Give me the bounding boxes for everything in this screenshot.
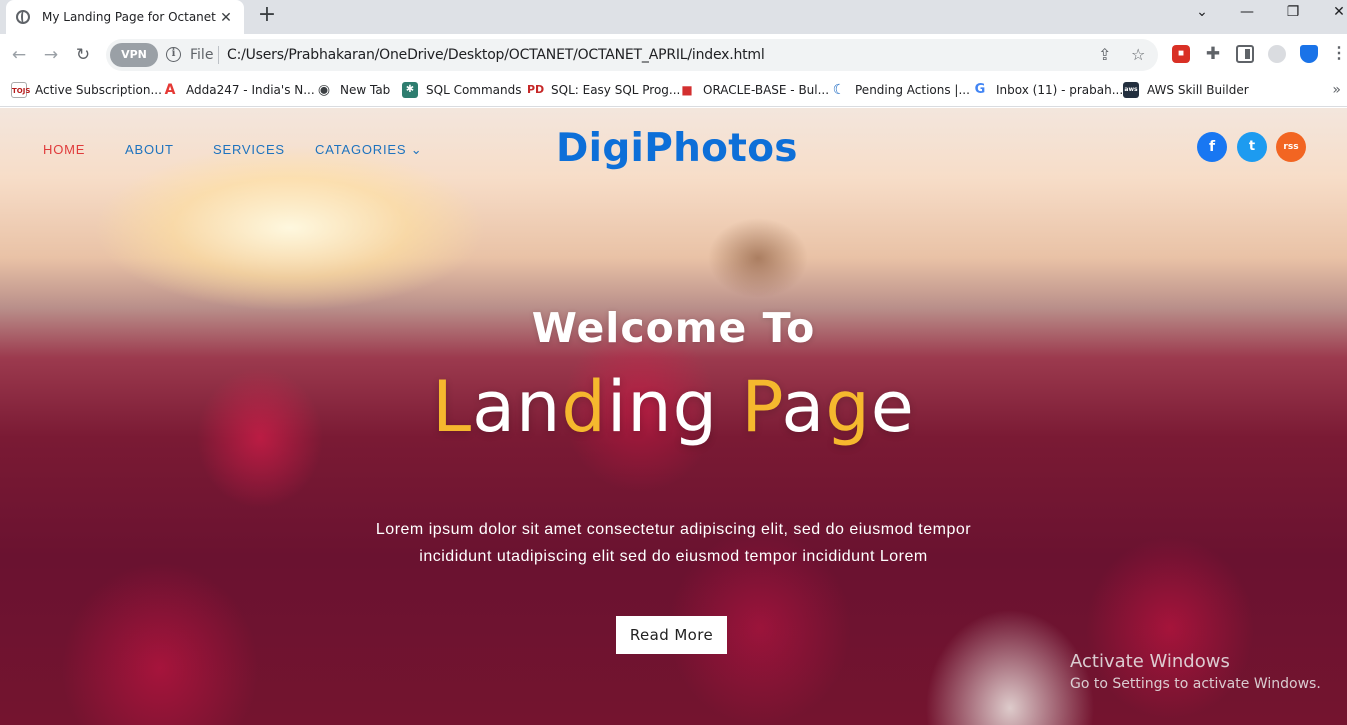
back-icon[interactable]: ← [7,43,31,67]
more-bookmarks-icon[interactable]: » [1332,82,1341,98]
bookmark-item[interactable]: G Inbox (11) - prabah... [972,82,1124,98]
address-bar[interactable]: VPN i File C:/Users/Prabhakaran/OneDrive… [106,39,1158,71]
bookmark-label: SQL: Easy SQL Prog... [551,83,681,97]
landing-heading-part: an [472,366,562,448]
welcome-heading: Welcome To [531,304,816,352]
vpn-badge[interactable]: VPN [110,43,158,67]
close-tab-icon[interactable]: ✕ [218,9,234,26]
extension-shield-icon[interactable]: ■ [1172,45,1190,63]
pd-icon: PD [527,83,545,96]
bookmark-item[interactable]: ✱ SQL Commands [402,82,522,98]
bookmark-label: SQL Commands [426,83,522,97]
landing-heading-part: P [741,366,782,448]
tab-title: My Landing Page for Octanet [42,10,216,24]
hero-section: HOME ABOUT SERVICES CATAGORIES ⌄ DigiPho… [0,108,1347,725]
browser-toolbar: ← → ↻ VPN i File C:/Users/Prabhakaran/On… [0,34,1347,76]
watermark-title: Activate Windows [1070,651,1230,672]
landing-heading-part: ing [606,366,742,448]
hero-description-line: Lorem ipsum dolor sit amet consectetur a… [375,521,972,538]
bookmark-label: New Tab [340,83,391,97]
side-panel-icon[interactable] [1236,45,1254,63]
info-icon[interactable]: i [166,47,181,62]
close-window-icon[interactable]: ✕ [1325,4,1347,20]
star-icon[interactable]: ☆ [1131,45,1145,64]
nav-about[interactable]: ABOUT [125,142,174,157]
bookmark-item[interactable]: ◉ New Tab [316,82,390,98]
bookmarks-bar: TOJS Active Subscription... A Adda247 - … [0,76,1347,107]
bookmark-item[interactable]: aws AWS Skill Builder [1123,82,1249,98]
security-shield-icon[interactable] [1300,45,1318,63]
url-scheme: File [190,47,214,63]
globe-icon: ◉ [317,82,331,98]
hero-description-line: incididunt utadipiscing elit sed do eius… [419,548,928,565]
adda-icon: A [164,82,176,98]
aws-icon: aws [1123,82,1139,98]
google-icon: G [974,82,986,97]
landing-heading-part: g [825,366,871,448]
bookmark-label: Active Subscription... [35,83,162,97]
bookmark-label: Adda247 - India's N... [186,83,315,97]
watermark-subtitle: Go to Settings to activate Windows. [1070,676,1321,692]
bookmark-label: AWS Skill Builder [1147,83,1249,97]
menu-icon[interactable]: ⋮ [1330,45,1347,63]
tab-strip: My Landing Page for Octanet ✕ + ⌄ — ❐ ✕ [0,0,1347,34]
sql-icon: ✱ [402,82,418,98]
bookmark-item[interactable]: A Adda247 - India's N... [162,82,315,98]
profile-icon[interactable] [1268,45,1286,63]
landing-heading-part: a [781,366,826,448]
new-tab-button[interactable]: + [256,4,278,27]
browser-tab[interactable]: My Landing Page for Octanet ✕ [6,0,244,34]
bookmark-label: ORACLE-BASE - Bul... [703,83,830,97]
hero-description: Lorem ipsum dolor sit amet consectetur a… [0,516,1347,570]
read-more-button[interactable]: Read More [616,616,727,654]
brand-logo[interactable]: DigiPhotos [556,126,798,171]
landing-heading-part: e [870,366,915,448]
windows-activation-watermark: Activate Windows Go to Settings to activ… [1070,651,1321,692]
nav-categories[interactable]: CATAGORIES ⌄ [315,142,422,158]
bookmark-label: Inbox (11) - prabah... [996,83,1124,97]
nav-services[interactable]: SERVICES [213,142,285,157]
share-icon[interactable]: ⇪ [1098,45,1111,64]
nav-home[interactable]: HOME [43,142,85,157]
minimize-icon[interactable]: — [1233,4,1261,20]
bookmark-item[interactable]: PD SQL: Easy SQL Prog... [527,82,680,98]
facebook-icon[interactable]: f [1197,132,1227,162]
tab-search-icon[interactable]: ⌄ [1188,4,1216,20]
reload-icon[interactable]: ↻ [71,43,95,67]
tojs-icon: TOJS [11,82,30,98]
extensions-puzzle-icon[interactable]: ✚ [1204,45,1222,63]
bookmark-item[interactable]: TOJS Active Subscription... [11,82,162,98]
moon-icon: ☾ [832,82,846,98]
address-separator [218,46,219,64]
bookmark-label: Pending Actions |... [855,83,970,97]
bookmark-item[interactable]: ■ ORACLE-BASE - Bul... [679,82,829,98]
globe-icon [16,10,30,24]
rss-icon[interactable]: rss [1276,132,1306,162]
landing-heading: Landing Page [0,366,1347,448]
forward-icon[interactable]: → [39,43,63,67]
landing-heading-part: d [561,366,607,448]
bookmark-item[interactable]: ☾ Pending Actions |... [831,82,970,98]
restore-icon[interactable]: ❐ [1279,4,1307,20]
landing-heading-part: L [432,366,473,448]
twitter-icon[interactable]: t [1237,132,1267,162]
oracle-icon: ■ [681,83,693,97]
url-text[interactable]: C:/Users/Prabhakaran/OneDrive/Desktop/OC… [227,47,765,63]
